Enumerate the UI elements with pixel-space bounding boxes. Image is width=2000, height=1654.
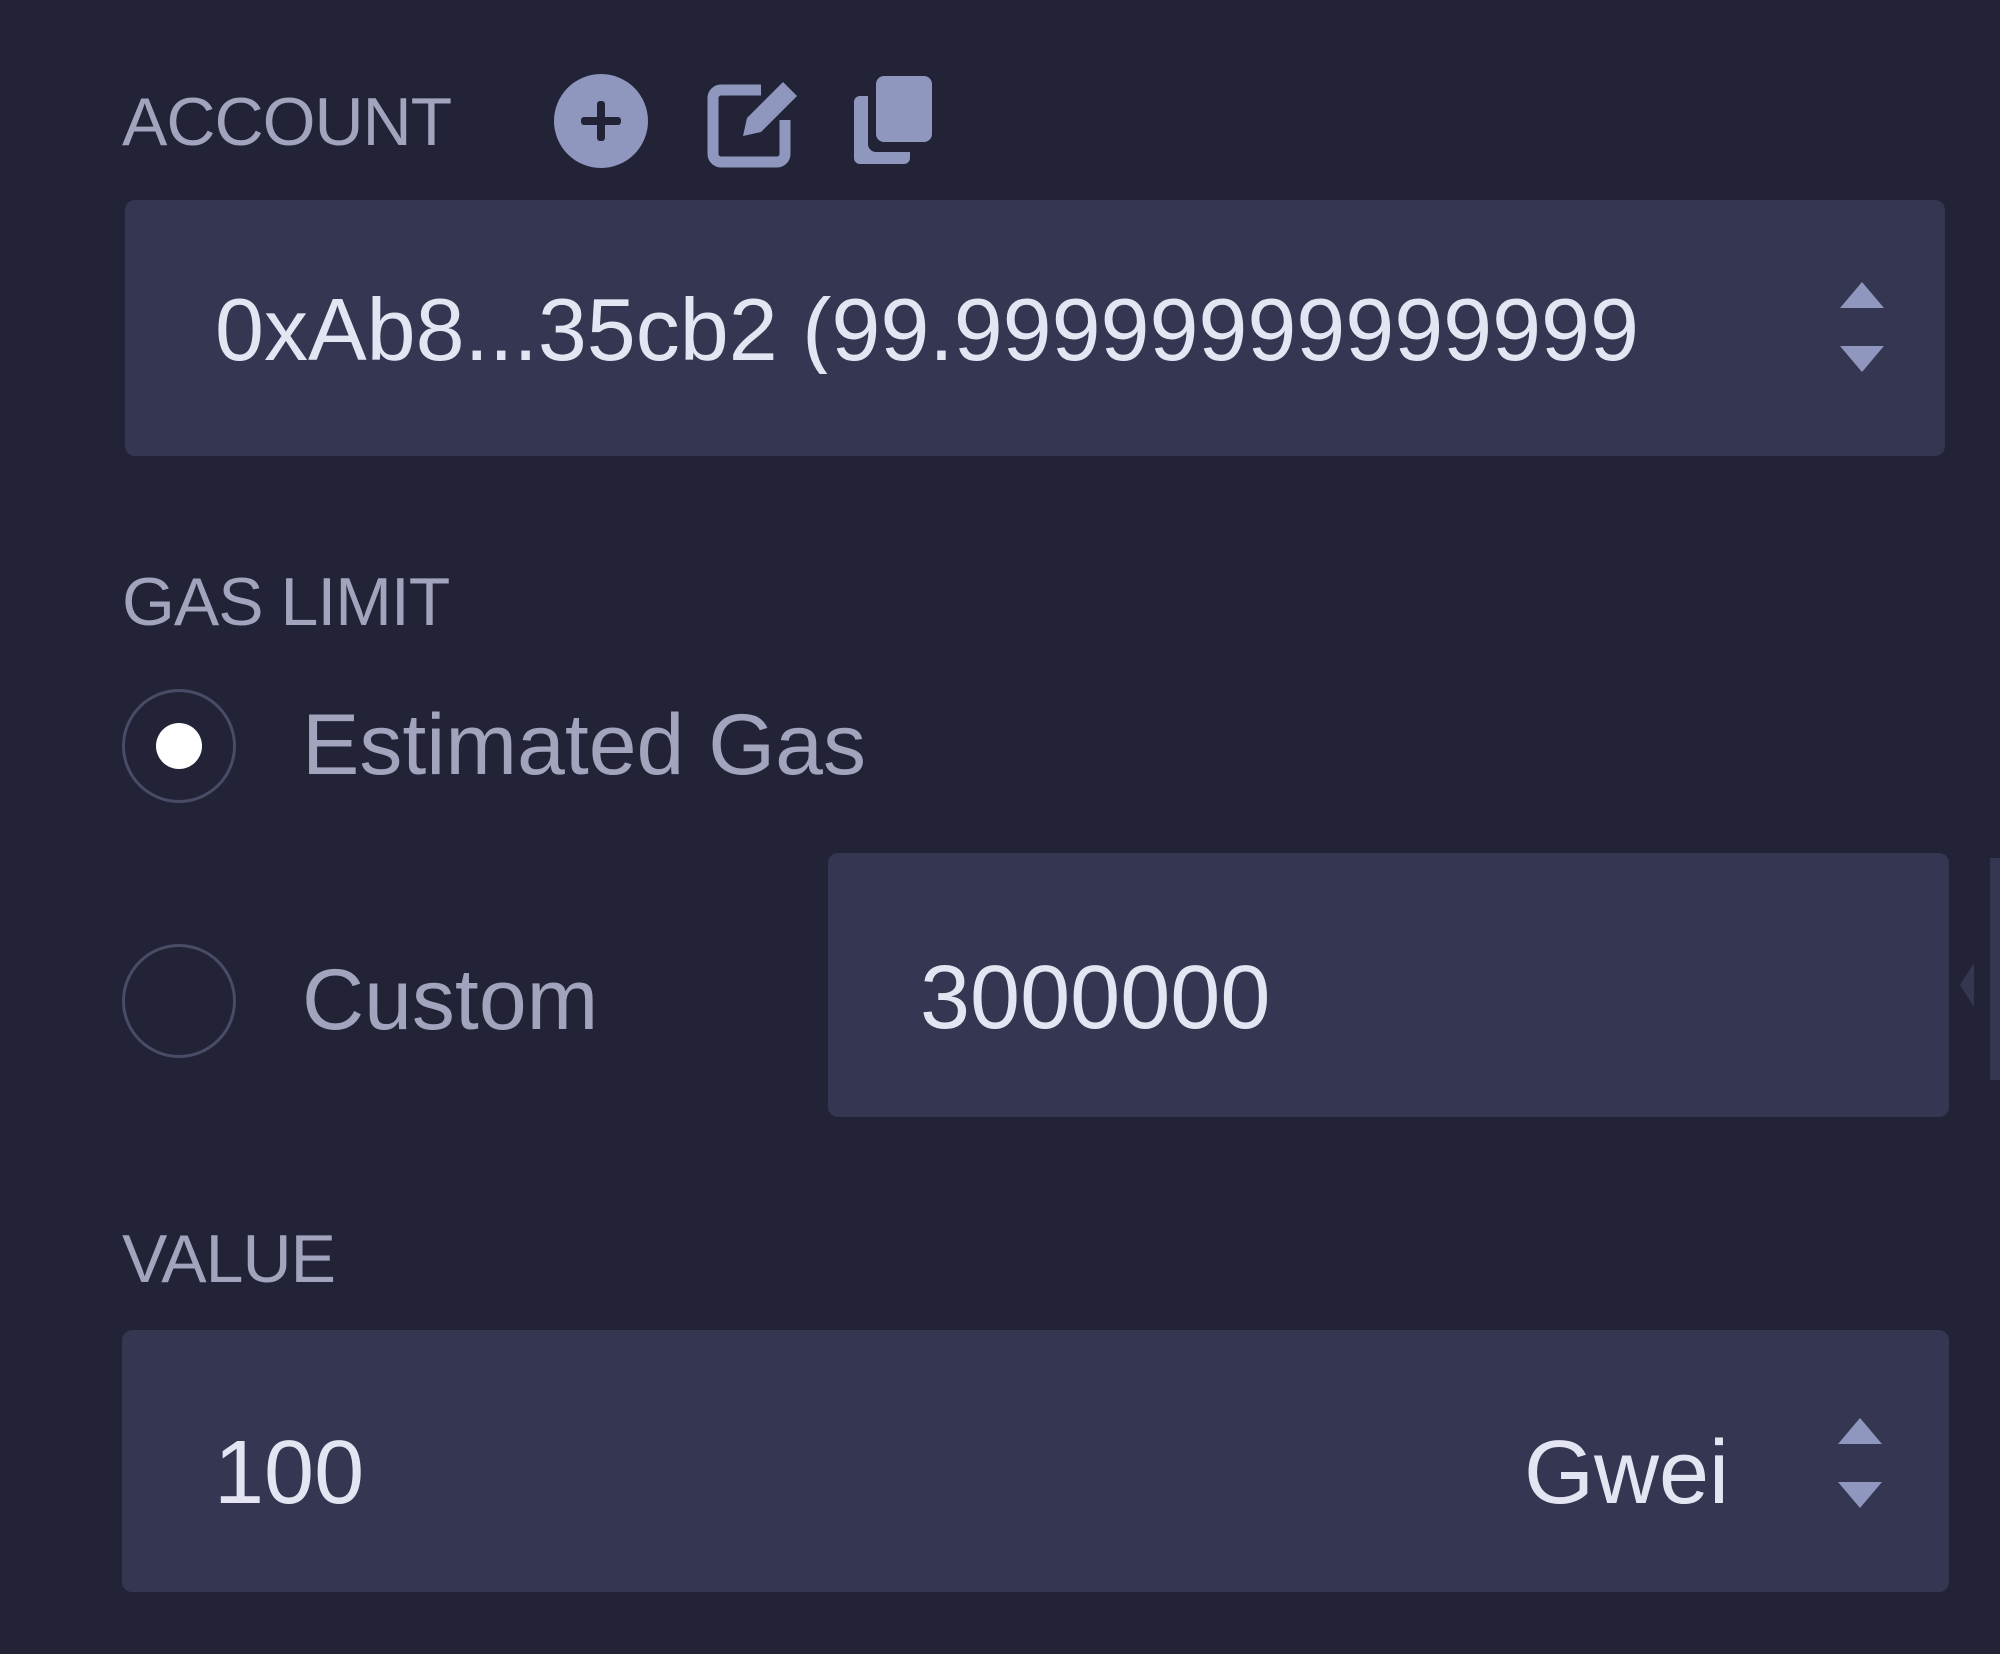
edit-icon <box>707 82 797 168</box>
plus-circle-icon <box>554 74 648 168</box>
edit-account-button[interactable] <box>703 70 803 170</box>
value-input[interactable]: 100 <box>122 1330 1442 1592</box>
custom-gas-radio[interactable] <box>122 944 236 1058</box>
select-arrows-icon <box>1840 282 1884 372</box>
tooltip-edge <box>1990 858 2000 1080</box>
value-unit-selected: Gwei <box>1524 1428 1730 1518</box>
custom-gas-input[interactable]: 3000000 <box>828 853 1949 1117</box>
estimated-gas-radio[interactable] <box>122 689 236 803</box>
copy-account-button[interactable] <box>852 72 936 168</box>
value-input-value: 100 <box>214 1428 365 1518</box>
custom-gas-label[interactable]: Custom <box>302 957 598 1043</box>
copy-icon <box>854 76 932 164</box>
add-account-button[interactable] <box>553 73 649 169</box>
tooltip-arrow-icon <box>1960 963 1974 1007</box>
radio-checked-dot <box>156 723 202 769</box>
account-select[interactable]: 0xAb8...35cb2 (99.99999999999999 <box>125 200 1945 456</box>
value-unit-select[interactable]: Gwei <box>1442 1330 1949 1592</box>
value-label: VALUE <box>122 1221 336 1297</box>
gas-limit-label: GAS LIMIT <box>122 564 450 640</box>
select-arrows-icon <box>1838 1418 1882 1508</box>
account-select-value: 0xAb8...35cb2 (99.99999999999999 <box>215 286 1639 374</box>
estimated-gas-label[interactable]: Estimated Gas <box>302 702 866 788</box>
account-label: ACCOUNT <box>122 84 452 160</box>
custom-gas-input-value: 3000000 <box>920 953 1271 1043</box>
